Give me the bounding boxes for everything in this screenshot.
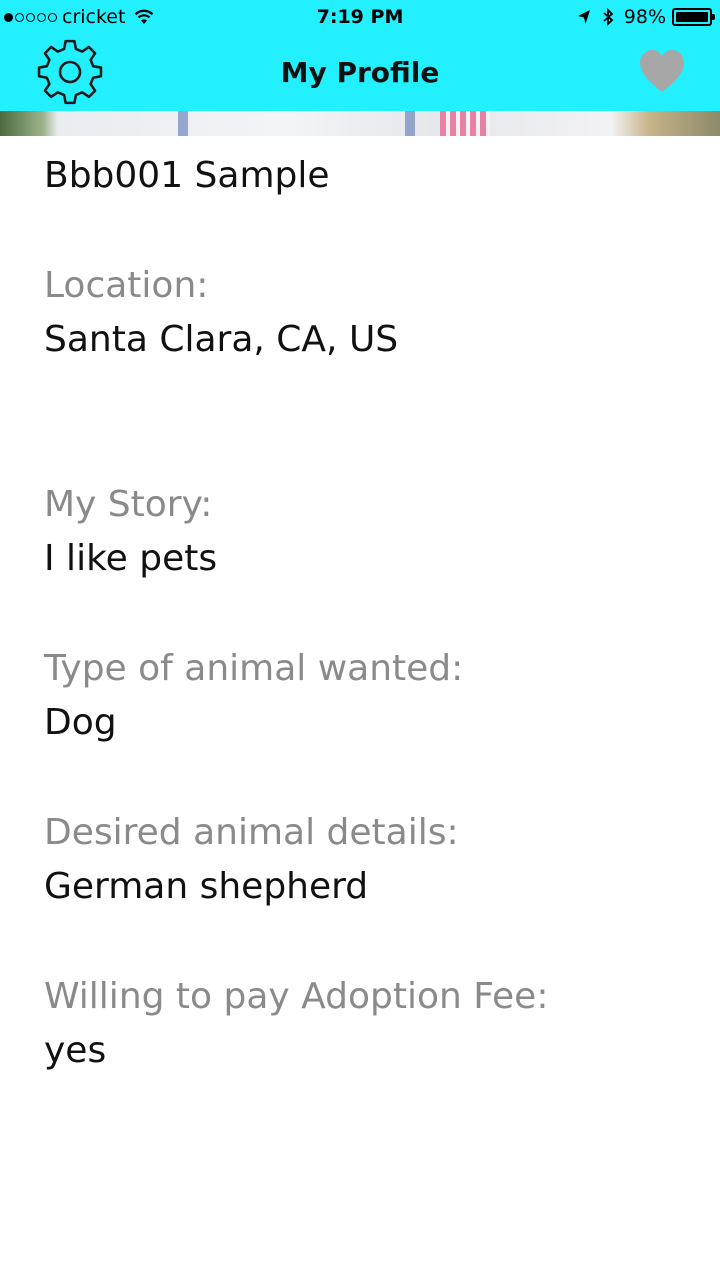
story-label: My Story:: [44, 484, 213, 525]
heart-icon[interactable]: [638, 48, 686, 94]
page-title: My Profile: [280, 56, 440, 89]
story-field: My Story: I like pets: [44, 485, 217, 579]
adoption-fee-label: Willing to pay Adoption Fee:: [44, 976, 549, 1017]
animal-type-field: Type of animal wanted: Dog: [44, 649, 463, 743]
location-value: Santa Clara, CA, US: [44, 319, 399, 360]
adoption-fee-value: yes: [44, 1030, 107, 1071]
animal-details-field: Desired animal details: German shepherd: [44, 813, 459, 907]
animal-details-value: German shepherd: [44, 866, 369, 907]
animal-type-label: Type of animal wanted:: [44, 648, 464, 689]
status-bar: cricket 7:19 PM 98%: [0, 0, 720, 38]
location-arrow-icon: [577, 10, 590, 24]
location-field: Location: Santa Clara, CA, US: [44, 266, 398, 360]
story-value: I like pets: [44, 538, 218, 579]
animal-details-label: Desired animal details:: [44, 812, 459, 853]
bluetooth-icon: [603, 8, 614, 26]
battery-icon: [672, 8, 715, 26]
battery-percentage: 98%: [623, 6, 666, 28]
adoption-fee-field: Willing to pay Adoption Fee: yes: [44, 977, 548, 1071]
profile-photo: [0, 111, 720, 136]
nav-bar: My Profile: [0, 38, 720, 111]
location-label: Location:: [44, 265, 209, 306]
profile-name: Bbb001 Sample: [44, 155, 330, 196]
animal-type-value: Dog: [44, 702, 117, 743]
status-right: 98%: [576, 6, 715, 28]
